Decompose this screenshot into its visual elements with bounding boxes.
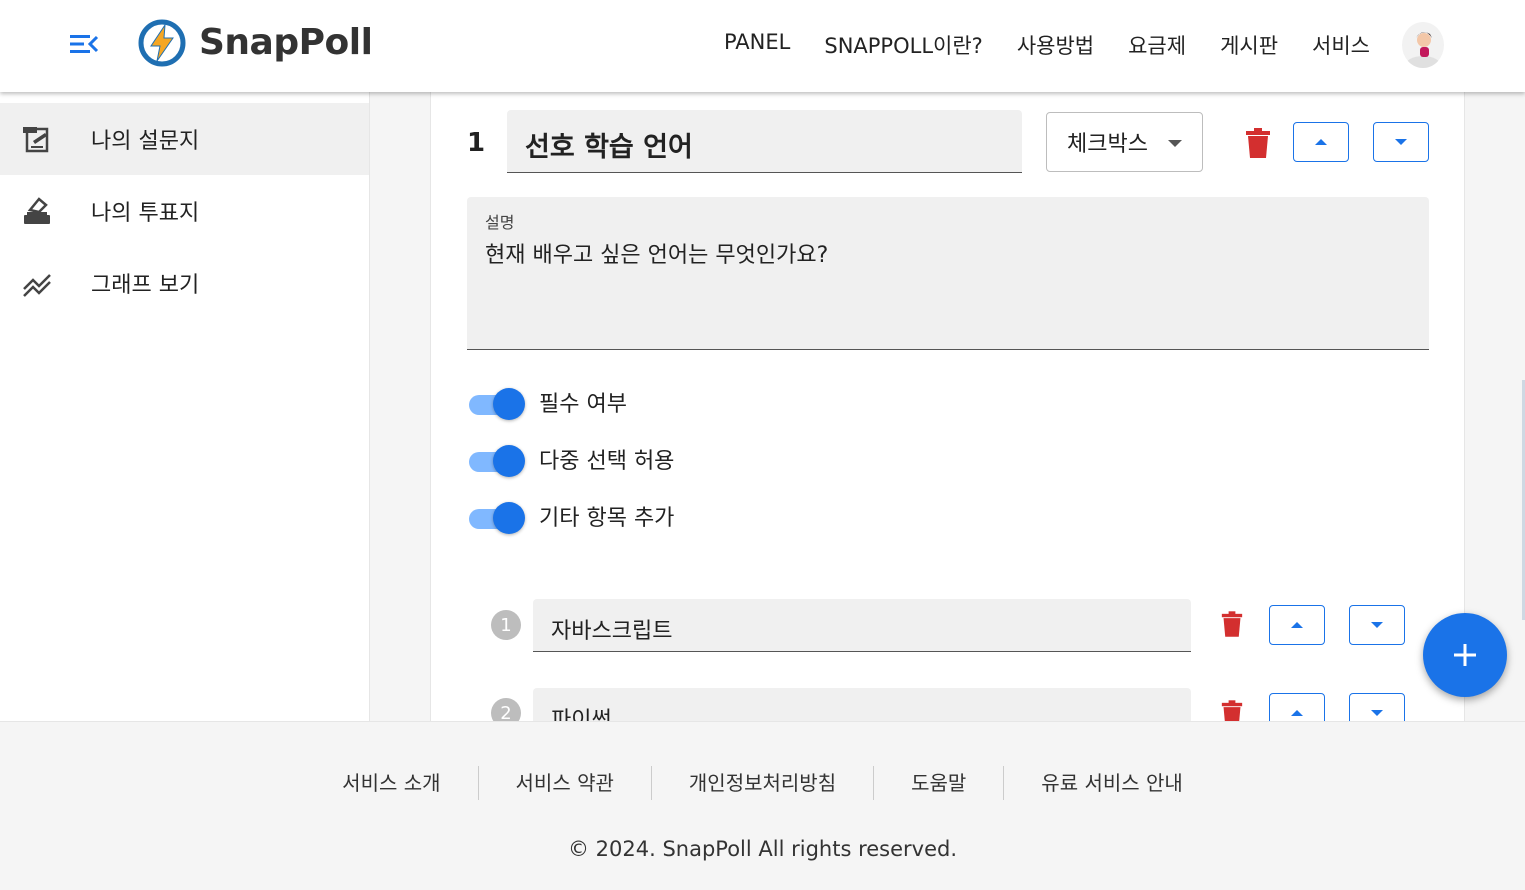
arrow-down-icon (1371, 710, 1383, 716)
question-number: 1 (467, 128, 486, 158)
main-content: 1 선호 학습 언어 체크박스 설명 현재 배우고 싶은 언어는 무엇인가요? … (370, 92, 1525, 721)
option-number-badge: 2 (491, 698, 521, 721)
required-toggle[interactable] (469, 386, 525, 420)
sidebar: 나의 설문지 나의 투표지 그래프 보기 (0, 92, 370, 721)
move-question-up-button[interactable] (1293, 122, 1349, 162)
move-question-down-button[interactable] (1373, 122, 1429, 162)
footer-link-paid-service[interactable]: 유료 서비스 안내 (1003, 766, 1220, 800)
add-question-button[interactable] (1423, 613, 1507, 697)
footer-link-terms[interactable]: 서비스 약관 (477, 766, 651, 800)
footer-link-about[interactable]: 서비스 소개 (305, 766, 477, 800)
sidebar-item-label: 그래프 보기 (91, 273, 200, 298)
description-label: 설명 (485, 213, 515, 232)
nav-about[interactable]: SNAPPOLL이란? (824, 30, 982, 60)
footer-link-privacy[interactable]: 개인정보처리방침 (650, 766, 873, 800)
footer-links: 서비스 소개 서비스 약관 개인정보처리방침 도움말 유료 서비스 안내 (0, 766, 1525, 800)
multi-select-toggle-label: 다중 선택 허용 (539, 449, 675, 474)
footer: 서비스 소개 서비스 약관 개인정보처리방침 도움말 유료 서비스 안내 © 2… (0, 721, 1525, 890)
main-nav: PANEL SNAPPOLL이란? 사용방법 요금제 게시판 서비스 (724, 30, 1370, 60)
menu-collapse-icon[interactable] (68, 30, 102, 58)
delete-option-icon[interactable] (1221, 610, 1247, 640)
chevron-down-icon (1168, 140, 1182, 147)
top-header: SnapPoll PANEL SNAPPOLL이란? 사용방법 요금제 게시판 … (0, 0, 1525, 92)
arrow-down-icon (1395, 139, 1407, 145)
multi-select-toggle-row[interactable]: 다중 선택 허용 (469, 443, 675, 477)
user-avatar[interactable] (1402, 22, 1444, 68)
move-option-up-button[interactable] (1269, 605, 1325, 645)
question-card: 1 선호 학습 언어 체크박스 설명 현재 배우고 싶은 언어는 무엇인가요? … (430, 92, 1465, 721)
move-option-down-button[interactable] (1349, 605, 1405, 645)
sidebar-item-label: 나의 투표지 (91, 201, 200, 226)
arrow-up-icon (1315, 139, 1327, 145)
sidebar-item-label: 나의 설문지 (91, 129, 200, 154)
sidebar-item-my-surveys[interactable]: 나의 설문지 (0, 103, 369, 175)
option-input[interactable]: 파이썬 (533, 688, 1191, 721)
nav-panel[interactable]: PANEL (724, 30, 790, 60)
ballot-icon (20, 194, 54, 228)
sidebar-item-my-ballots[interactable]: 나의 투표지 (0, 175, 369, 247)
description-text: 현재 배우고 싶은 언어는 무엇인가요? (485, 243, 829, 268)
footer-link-help[interactable]: 도움말 (873, 766, 1003, 800)
description-field[interactable]: 설명 현재 배우고 싶은 언어는 무엇인가요? (467, 197, 1429, 350)
required-toggle-label: 필수 여부 (539, 392, 627, 417)
chart-icon (20, 266, 54, 300)
brand-name[interactable]: SnapPoll (199, 22, 373, 63)
delete-question-icon[interactable] (1245, 128, 1271, 158)
sidebar-item-view-graphs[interactable]: 그래프 보기 (0, 247, 369, 319)
question-title-input[interactable]: 선호 학습 언어 (507, 110, 1022, 173)
move-option-up-button[interactable] (1269, 693, 1325, 721)
multi-select-toggle[interactable] (469, 443, 525, 477)
arrow-up-icon (1291, 710, 1303, 716)
snappoll-logo-icon[interactable] (138, 19, 186, 67)
plus-icon (1454, 644, 1476, 666)
survey-icon (20, 122, 54, 156)
delete-option-icon[interactable] (1221, 699, 1247, 721)
question-type-select[interactable]: 체크박스 (1046, 112, 1203, 172)
option-number-badge: 1 (491, 610, 521, 640)
move-option-down-button[interactable] (1349, 693, 1405, 721)
nav-service[interactable]: 서비스 (1312, 30, 1370, 60)
other-option-toggle-label: 기타 항목 추가 (539, 506, 675, 531)
other-option-toggle-row[interactable]: 기타 항목 추가 (469, 500, 675, 534)
copyright: © 2024. SnapPoll All rights reserved. (567, 837, 958, 861)
other-option-toggle[interactable] (469, 500, 525, 534)
nav-how-to-use[interactable]: 사용방법 (1017, 30, 1094, 60)
nav-board[interactable]: 게시판 (1220, 30, 1278, 60)
arrow-down-icon (1371, 622, 1383, 628)
question-type-value: 체크박스 (1067, 132, 1148, 157)
required-toggle-row[interactable]: 필수 여부 (469, 386, 627, 420)
option-input[interactable]: 자바스크립트 (533, 599, 1191, 652)
arrow-up-icon (1291, 622, 1303, 628)
nav-pricing[interactable]: 요금제 (1128, 30, 1186, 60)
